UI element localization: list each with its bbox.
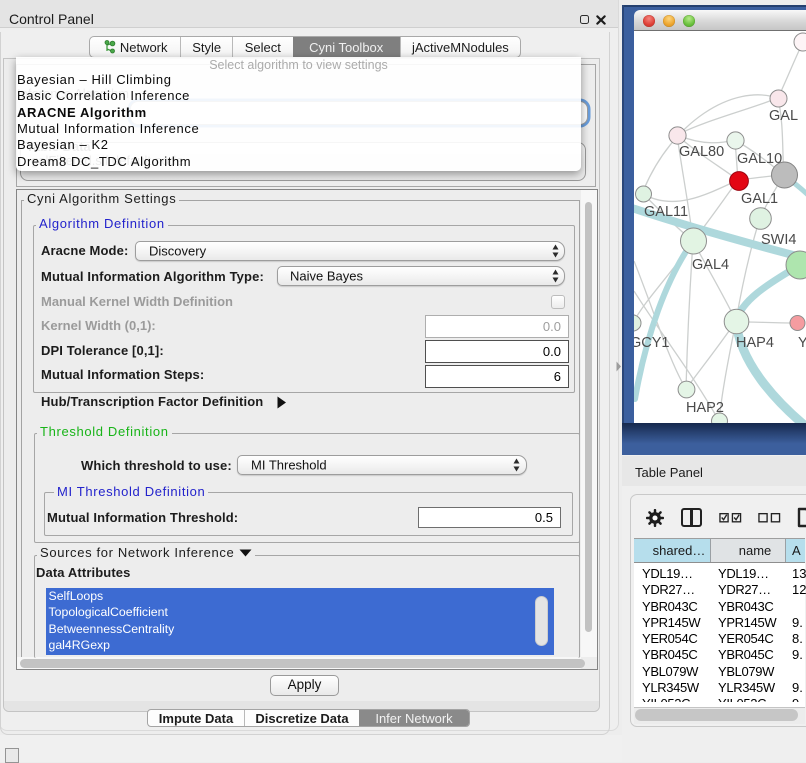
svg-text:GAL: GAL xyxy=(769,108,798,124)
svg-text:GAL4: GAL4 xyxy=(692,257,729,273)
svg-text:HAP2: HAP2 xyxy=(686,400,724,416)
svg-text:Y: Y xyxy=(798,335,806,351)
svg-text:GAL11: GAL11 xyxy=(644,204,688,220)
svg-text:GAL1: GAL1 xyxy=(741,191,778,207)
svg-text:GAL10: GAL10 xyxy=(737,151,782,167)
svg-text:GCY1: GCY1 xyxy=(634,335,670,351)
svg-text:GAL80: GAL80 xyxy=(679,144,724,160)
svg-text:SWI4: SWI4 xyxy=(761,232,796,248)
svg-text:HAP4: HAP4 xyxy=(736,335,774,351)
